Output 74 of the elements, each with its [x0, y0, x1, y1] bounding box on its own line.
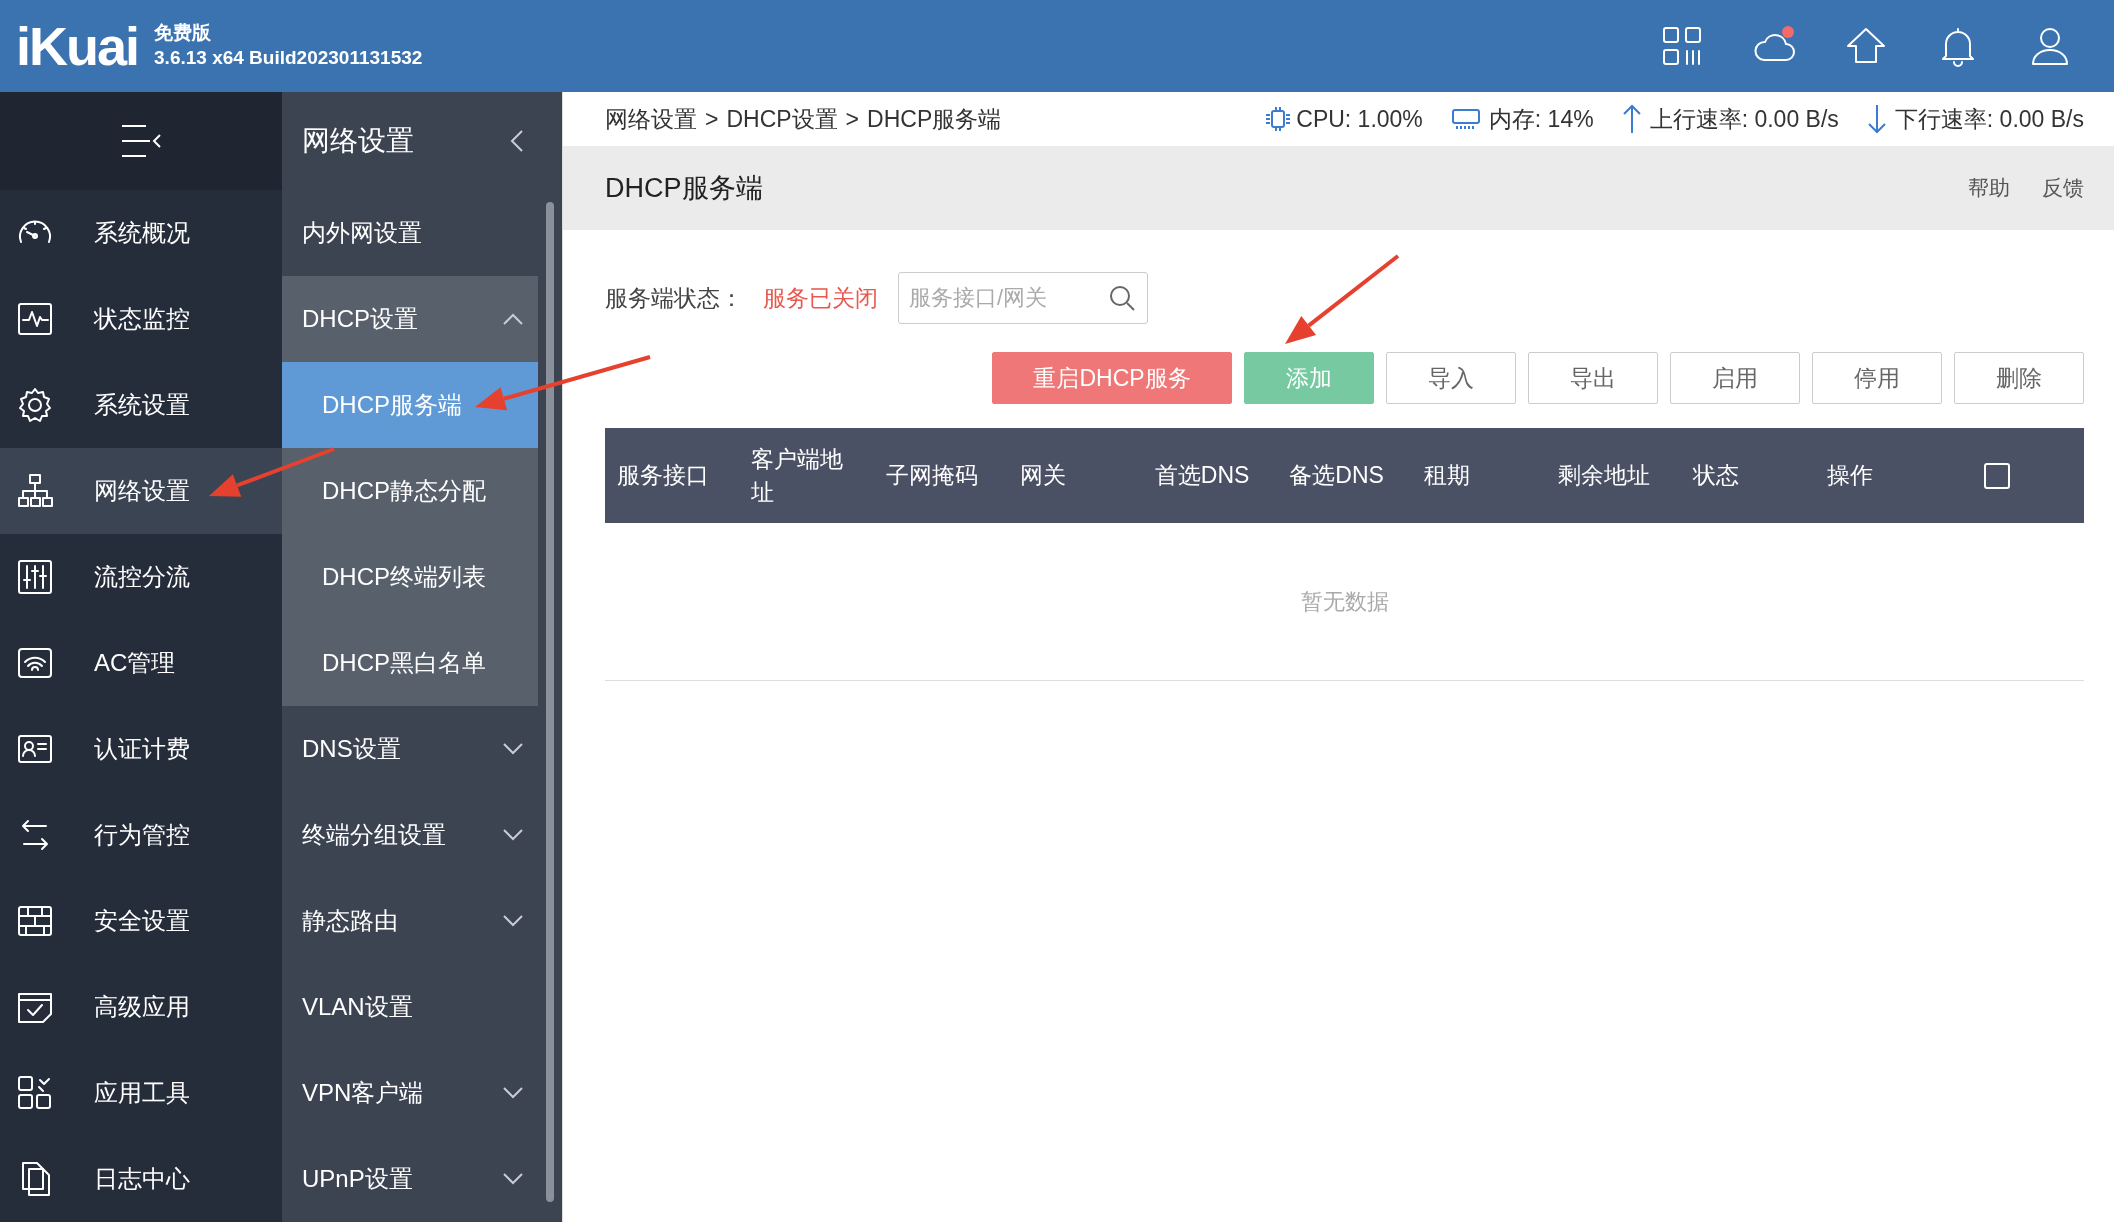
search-icon[interactable] — [1108, 284, 1136, 312]
column-header: 状态 — [1691, 461, 1740, 491]
nav-item[interactable]: 安全设置 — [0, 878, 282, 964]
column-header: 服务接口 — [616, 461, 710, 491]
column-header: 网关 — [1019, 461, 1068, 491]
chevron-icon — [502, 312, 524, 326]
action-button[interactable]: 启用 — [1670, 352, 1800, 404]
submenu-item[interactable]: 静态路由 — [282, 878, 538, 964]
download-reading: 下行速率: 0.00 B/s — [1894, 104, 2084, 134]
collapse-icon[interactable] — [510, 129, 524, 153]
nav-item[interactable]: 系统设置 — [0, 362, 282, 448]
nav-item[interactable]: 网络设置 — [0, 448, 282, 534]
nav-item[interactable]: 认证计费 — [0, 706, 282, 792]
column-header: 客户端地址 — [750, 445, 845, 507]
column-header: 操作 — [1826, 461, 1875, 491]
submenu-subitem[interactable]: DHCP终端列表 — [282, 534, 538, 620]
select-all-checkbox[interactable] — [1983, 462, 2010, 489]
nav-item[interactable]: 流控分流 — [0, 534, 282, 620]
chevron-icon — [502, 1172, 524, 1186]
empty-message: 暂无数据 — [1300, 588, 1389, 616]
column-header: 备选DNS — [1288, 461, 1385, 491]
submenu-item[interactable]: DHCP设置 — [282, 276, 538, 362]
action-button[interactable]: 导入 — [1386, 352, 1516, 404]
submenu-item[interactable]: 内外网设置 — [282, 190, 538, 276]
action-button[interactable]: 删除 — [1954, 352, 2084, 404]
submenu-item[interactable]: UPnP设置 — [282, 1136, 538, 1222]
column-header: 租期 — [1422, 461, 1471, 491]
download-arrow-icon — [1866, 104, 1887, 134]
status-value: 服务已关闭 — [763, 283, 878, 313]
menu-icon[interactable] — [120, 124, 162, 158]
action-button[interactable]: 停用 — [1812, 352, 1942, 404]
submenu-item[interactable]: VPN客户端 — [282, 1050, 538, 1136]
chevron-icon — [502, 828, 524, 842]
upload-arrow-icon — [1621, 104, 1642, 134]
submenu-subitem[interactable]: DHCP静态分配 — [282, 448, 538, 534]
submenu-item[interactable]: 终端分组设置 — [282, 792, 538, 878]
nav-item[interactable]: 行为管控 — [0, 792, 282, 878]
breadcrumb-item[interactable]: 网络设置 — [605, 101, 697, 137]
grid-icon[interactable] — [1660, 24, 1704, 68]
breadcrumb-separator: > — [845, 104, 860, 134]
page-title: DHCP服务端 — [605, 171, 763, 205]
header-link[interactable]: 帮助 — [1968, 172, 2010, 204]
column-header: 首选DNS — [1153, 461, 1251, 491]
chevron-icon — [502, 914, 524, 928]
edition-label: 免费版 — [154, 21, 213, 46]
scrollbar-thumb[interactable] — [546, 202, 554, 1202]
nav-item[interactable]: 状态监控 — [0, 276, 282, 362]
column-header: 子网掩码 — [884, 461, 979, 491]
nav-item[interactable]: 系统概况 — [0, 190, 282, 276]
nav-item[interactable]: 高级应用 — [0, 964, 282, 1050]
breadcrumb-item[interactable]: DHCP设置 — [726, 101, 838, 137]
chevron-icon — [502, 1086, 524, 1100]
nav-item[interactable]: 应用工具 — [0, 1050, 282, 1136]
column-header: 剩余地址 — [1557, 461, 1652, 491]
chevron-icon — [502, 742, 524, 756]
submenu-item[interactable]: DNS设置 — [282, 706, 538, 792]
logo: iKuai — [16, 19, 139, 73]
breadcrumb-separator: > — [705, 104, 719, 134]
cpu-reading: CPU: 1.00% — [1296, 104, 1423, 134]
nav-item[interactable]: 日志中心 — [0, 1136, 282, 1222]
submenu-subitem[interactable]: DHCP黑白名单 — [282, 620, 538, 706]
submenu-title: 网络设置 — [302, 124, 414, 158]
status-label: 服务端状态： — [605, 283, 743, 313]
memory-reading: 内存: 14% — [1488, 104, 1594, 134]
memory-icon — [1450, 107, 1481, 131]
version-label: 3.6.13 x64 Build202301131532 — [154, 46, 423, 70]
search-field[interactable]: 服务接口/网关 — [898, 272, 1148, 324]
submenu-item[interactable]: VLAN设置 — [282, 964, 538, 1050]
breadcrumb-item: DHCP服务端 — [867, 104, 1002, 134]
upload-reading: 上行速率: 0.00 B/s — [1649, 104, 1839, 134]
chip-icon — [1264, 106, 1293, 132]
nav-item[interactable]: AC管理 — [0, 620, 282, 706]
action-button[interactable]: 导出 — [1528, 352, 1658, 404]
header-link[interactable]: 反馈 — [2042, 172, 2084, 204]
